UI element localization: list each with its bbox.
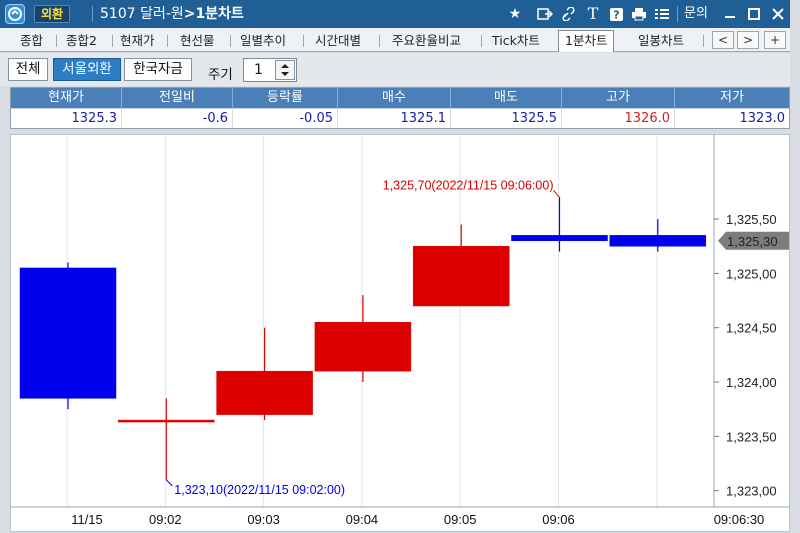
tab-current-price[interactable]: 현재가: [120, 31, 155, 50]
tab-divider: [230, 35, 231, 47]
title-bar: 외환 5107 달러-원>1분차트 ★ T ? 문의: [0, 0, 800, 28]
value-low: 1323.0: [739, 111, 786, 126]
chart-toolbar: 전체 서울외환 한국자금 주기 1: [0, 53, 800, 86]
period-label: 주기: [208, 67, 233, 83]
tab-divider: [56, 35, 57, 47]
candle-body: [511, 235, 608, 242]
market-badge: 외환: [34, 5, 71, 23]
value-change: -0.6: [122, 109, 233, 128]
quote-grid: 현재가 전일비 등락률 매수 매도 고가 저가 1325.3 -0.6 -0.0…: [10, 87, 790, 129]
tab-major-fx-compare[interactable]: 주요환율비교: [392, 31, 461, 50]
star-icon[interactable]: ★: [505, 4, 525, 24]
period-value[interactable]: 1: [254, 61, 263, 79]
help-icon[interactable]: ?: [606, 4, 626, 24]
header-change: 전일비: [122, 88, 233, 108]
y-tick-label: 1,323,50: [726, 429, 777, 444]
candle-body: [19, 267, 117, 399]
annotation-low-leader: [165, 479, 173, 487]
tab-summary-2[interactable]: 종합2: [66, 31, 97, 50]
svg-text:?: ?: [613, 8, 619, 21]
period-spin-button[interactable]: [275, 60, 295, 80]
candle-body: [609, 235, 707, 247]
text-icon[interactable]: T: [583, 4, 603, 24]
y-tick-label: 1,324,50: [726, 321, 777, 336]
tab-tick-chart[interactable]: Tick차트: [492, 31, 540, 50]
x-tick-label: 09:05: [444, 512, 477, 527]
y-tick-label: 1,324,00: [726, 375, 777, 390]
header-low: 저가: [720, 90, 744, 105]
market-seoul-fx-button[interactable]: 서울외환: [53, 58, 121, 81]
period-stepper[interactable]: 1: [243, 58, 297, 82]
candle-body: [314, 322, 412, 372]
tab-daily-chart[interactable]: 일봉차트: [638, 31, 684, 50]
app-window: 외환 5107 달러-원>1분차트 ★ T ? 문의 종합 종합2 현재가 현선…: [0, 0, 800, 533]
y-tick-label: 1,323,00: [726, 484, 777, 499]
y-tick-label: 1,325,00: [726, 266, 777, 281]
x-tick-label: 09:04: [346, 512, 379, 527]
list-icon[interactable]: [652, 4, 672, 24]
market-all-button[interactable]: 전체: [8, 58, 48, 81]
candle-body: [118, 419, 215, 423]
tab-next-button[interactable]: >: [737, 31, 759, 49]
market-korea-money-button[interactable]: 한국자금: [124, 58, 192, 81]
tab-divider: [379, 35, 380, 47]
value-ask: 1325.5: [451, 109, 562, 128]
header-ask: 매도: [451, 88, 562, 108]
screen-name: >1분차트: [183, 6, 244, 22]
tab-divider: [167, 35, 168, 47]
tab-divider: [112, 35, 113, 47]
quote-header-row: 현재가 전일비 등락률 매수 매도 고가 저가: [11, 88, 789, 108]
candle-body: [216, 370, 313, 415]
value-bid: 1325.1: [338, 109, 451, 128]
quote-value-row: 1325.3 -0.6 -0.05 1325.1 1325.5 1326.0 1…: [11, 108, 789, 128]
value-high: 1326.0: [562, 109, 675, 128]
x-tick-label: 09:06: [542, 512, 575, 527]
window-title: 5107 달러-원>1분차트: [100, 5, 244, 23]
tab-divider: [303, 35, 304, 47]
maximize-icon[interactable]: [744, 4, 764, 24]
link-icon[interactable]: [559, 4, 579, 24]
instrument-code: 5107 달러-원: [100, 6, 184, 22]
x-tick-label: 09:02: [149, 512, 182, 527]
right-edge-strip: [790, 0, 800, 533]
minimize-icon[interactable]: [720, 4, 740, 24]
tab-divider: [481, 35, 482, 47]
title-divider-2: [677, 6, 678, 22]
tab-1min-chart[interactable]: 1분차트: [558, 30, 615, 52]
value-current-price: 1325.3: [11, 109, 122, 128]
export-icon[interactable]: [535, 4, 555, 24]
x-tick-label: 11/15: [71, 512, 103, 527]
chart-canvas[interactable]: 1,325,50 1,325,00 1,324,50 1,324,00 1,323,50…: [11, 135, 789, 531]
close-icon[interactable]: [768, 4, 788, 24]
tab-bar: 종합 종합2 현재가 현선물 일별추이 시간대별 주요환율비교 Tick차트 1…: [0, 28, 800, 52]
header-current-price: 현재가: [11, 88, 122, 108]
tab-daily-trend[interactable]: 일별추이: [240, 31, 286, 50]
current-price-label: 1,325,30: [727, 234, 778, 249]
value-change-rate: -0.05: [233, 109, 338, 128]
candle-body: [412, 245, 510, 307]
tab-summary[interactable]: 종합: [20, 31, 43, 50]
header-bid: 매수: [338, 88, 451, 108]
tab-add-button[interactable]: +: [764, 31, 786, 49]
tab-divider: [703, 35, 704, 47]
x-tick-label: 09:03: [247, 512, 280, 527]
print-icon[interactable]: [629, 4, 649, 24]
tab-prev-button[interactable]: <: [712, 31, 734, 49]
title-divider: [92, 6, 93, 22]
annotation-high-label: 1,325,70(2022/11/15 09:06:00): [383, 178, 554, 192]
header-high: 고가: [562, 88, 675, 108]
x-tick-label: 09:06:30: [714, 512, 765, 527]
app-logo-icon: [5, 4, 25, 24]
annotation-low-label: 1,323,10(2022/11/15 09:02:00): [174, 483, 345, 497]
y-tick-label: 1,325,50: [726, 212, 777, 227]
tab-by-time[interactable]: 시간대별: [315, 31, 361, 50]
spin-arrows-icon: [281, 64, 289, 76]
candlestick-chart[interactable]: 1,325,50 1,325,00 1,324,50 1,324,00 1,323,50…: [10, 134, 790, 532]
inquiry-menu[interactable]: 문의: [684, 5, 708, 23]
tab-spot-futures[interactable]: 현선물: [180, 31, 215, 50]
header-change-rate: 등락률: [233, 88, 338, 108]
